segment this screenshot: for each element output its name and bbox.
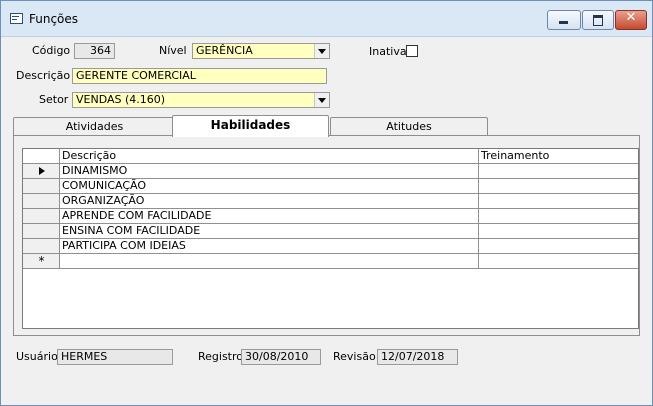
nivel-label: Nível bbox=[159, 44, 187, 57]
cell-treinamento[interactable] bbox=[479, 179, 638, 194]
table-row[interactable]: PARTICIPA COM IDEIAS bbox=[23, 239, 638, 254]
tab-habilidades[interactable]: Habilidades bbox=[172, 115, 329, 137]
usuario-field[interactable]: HERMES bbox=[57, 349, 173, 365]
table-row[interactable]: DINAMISMO bbox=[23, 164, 638, 179]
cell-treinamento[interactable] bbox=[479, 164, 638, 179]
new-row[interactable]: * bbox=[23, 254, 638, 269]
cell-descricao[interactable]: DINAMISMO bbox=[60, 164, 479, 179]
setor-value: VENDAS (4.160) bbox=[76, 93, 166, 106]
window-title: Funções bbox=[29, 12, 79, 26]
setor-label: Setor bbox=[39, 93, 69, 106]
cell-treinamento[interactable] bbox=[479, 254, 638, 269]
codigo-field[interactable]: 364 bbox=[74, 43, 115, 59]
column-header-treinamento[interactable]: Treinamento bbox=[479, 149, 638, 164]
nivel-select[interactable]: GERÊNCIA bbox=[192, 43, 330, 59]
habilidades-grid[interactable]: Descrição Treinamento DINAMISMO COMUNICA… bbox=[22, 148, 639, 329]
descricao-input[interactable]: GERENTE COMERCIAL bbox=[72, 68, 327, 84]
maximize-button[interactable] bbox=[582, 10, 614, 30]
row-selector[interactable]: * bbox=[23, 254, 60, 269]
title-bar: Funções ✕ bbox=[1, 1, 652, 37]
nivel-value: GERÊNCIA bbox=[196, 44, 253, 57]
cell-treinamento[interactable] bbox=[479, 209, 638, 224]
table-row[interactable]: COMUNICAÇÃO bbox=[23, 179, 638, 194]
tab-atitudes[interactable]: Atitudes bbox=[330, 117, 488, 137]
cell-descricao[interactable]: APRENDE COM FACILIDADE bbox=[60, 209, 479, 224]
cell-descricao[interactable] bbox=[60, 254, 479, 269]
new-row-icon: * bbox=[38, 254, 45, 268]
cell-descricao[interactable]: PARTICIPA COM IDEIAS bbox=[60, 239, 479, 254]
maximize-icon bbox=[593, 15, 603, 26]
row-selector[interactable] bbox=[23, 179, 60, 194]
current-row-arrow-icon bbox=[39, 167, 45, 175]
row-selector[interactable] bbox=[23, 209, 60, 224]
setor-dropdown-icon[interactable] bbox=[314, 93, 329, 107]
revisao-field[interactable]: 12/07/2018 bbox=[377, 349, 458, 365]
inativa-label: Inativa bbox=[369, 45, 407, 58]
window-icon bbox=[10, 13, 23, 24]
close-icon: ✕ bbox=[625, 10, 637, 25]
nivel-dropdown-icon[interactable] bbox=[314, 44, 329, 58]
table-row[interactable]: ORGANIZAÇÃO bbox=[23, 194, 638, 209]
cell-treinamento[interactable] bbox=[479, 239, 638, 254]
row-selector[interactable] bbox=[23, 194, 60, 209]
table-row[interactable]: ENSINA COM FACILIDADE bbox=[23, 224, 638, 239]
table-row[interactable]: APRENDE COM FACILIDADE bbox=[23, 209, 638, 224]
minimize-icon bbox=[559, 21, 568, 24]
usuario-label: Usuário bbox=[16, 350, 58, 363]
cell-treinamento[interactable] bbox=[479, 224, 638, 239]
cell-treinamento[interactable] bbox=[479, 194, 638, 209]
cell-descricao[interactable]: COMUNICAÇÃO bbox=[60, 179, 479, 194]
descricao-label: Descrição bbox=[16, 69, 71, 82]
functions-window: Funções ✕ Código 364 Nível GERÊNCIA Inat… bbox=[0, 0, 653, 406]
cell-descricao[interactable]: ORGANIZAÇÃO bbox=[60, 194, 479, 209]
column-header-descricao[interactable]: Descrição bbox=[60, 149, 479, 164]
revisao-label: Revisão bbox=[333, 350, 376, 363]
tab-atividades[interactable]: Atividades bbox=[13, 117, 176, 137]
cell-descricao[interactable]: ENSINA COM FACILIDADE bbox=[60, 224, 479, 239]
codigo-label: Código bbox=[32, 44, 71, 57]
setor-select[interactable]: VENDAS (4.160) bbox=[72, 92, 330, 108]
row-selector[interactable] bbox=[23, 224, 60, 239]
row-selector[interactable] bbox=[23, 239, 60, 254]
row-selector[interactable] bbox=[23, 164, 60, 179]
registro-field[interactable]: 30/08/2010 bbox=[241, 349, 321, 365]
close-button[interactable]: ✕ bbox=[615, 10, 647, 30]
grid-corner-header bbox=[23, 149, 60, 164]
minimize-button[interactable] bbox=[547, 10, 581, 30]
inativa-checkbox[interactable] bbox=[406, 45, 418, 57]
registro-label: Registro bbox=[198, 350, 244, 363]
